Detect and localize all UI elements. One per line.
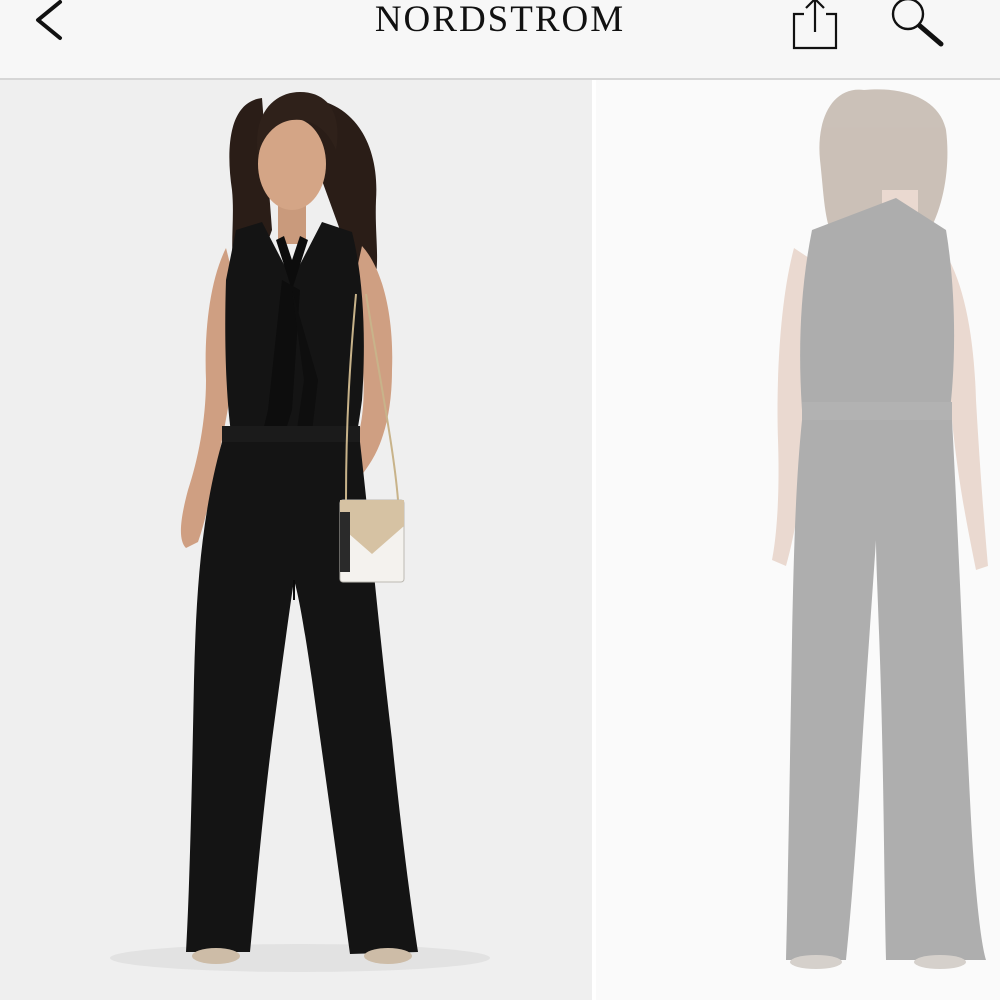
top-nav-bar: NORDSTROM	[0, 0, 1000, 80]
product-image-back[interactable]	[596, 80, 1000, 1000]
search-button[interactable]	[884, 0, 950, 52]
model-back-photo	[596, 80, 1000, 1000]
share-button[interactable]	[784, 0, 846, 58]
share-icon	[792, 0, 838, 50]
brand-logo[interactable]: NORDSTROM	[0, 0, 1000, 40]
product-image-gallery[interactable]	[0, 80, 1000, 1000]
product-image-front[interactable]	[0, 80, 592, 1000]
search-icon	[891, 0, 944, 47]
model-front-photo	[0, 80, 592, 1000]
